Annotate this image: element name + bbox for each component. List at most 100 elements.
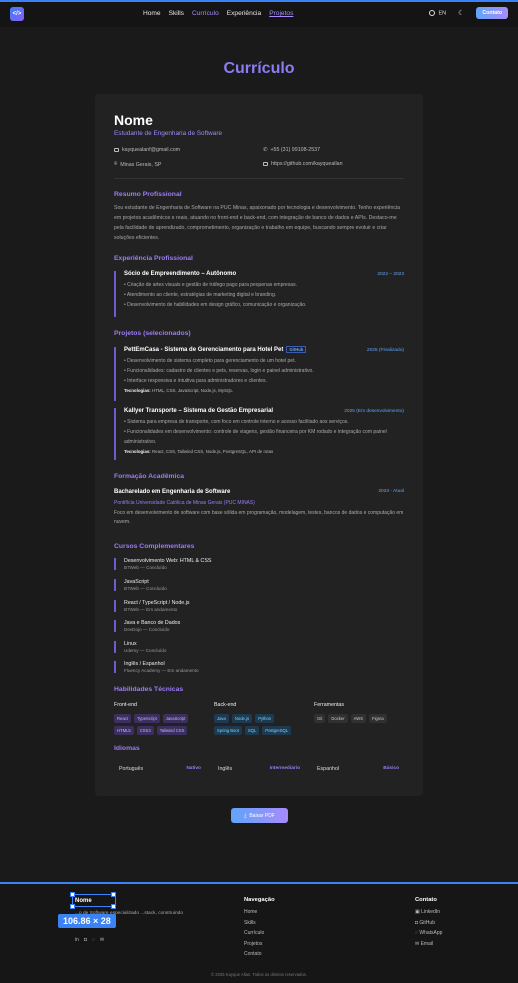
skill-chip: Spring Boot bbox=[214, 726, 242, 735]
link-icon bbox=[263, 162, 268, 166]
nav-projetos[interactable]: Projetos bbox=[269, 10, 293, 17]
skill-chip: Java bbox=[214, 714, 229, 723]
course-item: Inglês / Espanhol Fluency Academy — Em an… bbox=[114, 661, 199, 673]
skill-chip: PostgreSQL bbox=[262, 726, 292, 735]
education-title: Bacharelado em Engenharia de Software bbox=[114, 489, 231, 495]
experience-title: Sócio de Empreendimento – Autônomo bbox=[124, 271, 237, 277]
location-pin-icon: ⌾ bbox=[114, 161, 118, 167]
footer-link[interactable]: Skills bbox=[244, 920, 275, 926]
moon-icon[interactable]: ☾ bbox=[458, 9, 464, 17]
github-icon[interactable]: ◘ bbox=[84, 937, 87, 943]
languages-heading: Idiomas bbox=[114, 745, 140, 752]
footer-link-whatsapp[interactable]: ◌ WhatsApp bbox=[415, 930, 442, 936]
education-item: Bacharelado em Engenharia de Software 20… bbox=[114, 489, 404, 527]
education-date: 2023 - Atual bbox=[378, 489, 404, 494]
resize-handle[interactable] bbox=[70, 892, 75, 897]
dimension-badge: 106.86 × 28 bbox=[58, 914, 116, 928]
language-item: Inglês Intermediário bbox=[218, 765, 300, 772]
language-toggle[interactable]: EN bbox=[429, 9, 446, 16]
skill-chip: Node.js bbox=[231, 714, 253, 723]
resume-card: Nome Estudante de Engenharia de Software… bbox=[95, 94, 423, 823]
footer-link-linkedin[interactable]: ▣ LinkedIn bbox=[415, 909, 442, 915]
education-school: Pontifícia Universidade Católica de Mina… bbox=[114, 500, 255, 506]
courses-heading: Cursos Complementares bbox=[114, 543, 195, 550]
mail-icon bbox=[114, 148, 119, 152]
bullet: • Desenvolvimento de sistema completo pa… bbox=[124, 358, 296, 365]
email-contact[interactable]: kayquealanf@gmail.com bbox=[114, 147, 180, 153]
phone-icon: ✆ bbox=[263, 147, 268, 153]
footer-link-github[interactable]: ◘ GitHub bbox=[415, 920, 442, 926]
copyright: © 2025 Kayque Allan. Todos os direitos r… bbox=[211, 972, 307, 977]
mail-icon[interactable]: ✉ bbox=[100, 937, 104, 943]
language-item: Português Nativo bbox=[119, 765, 201, 772]
phone-contact[interactable]: ✆ +55 (31) 99108-2537 bbox=[263, 147, 320, 153]
github-badge[interactable]: GitHub bbox=[286, 346, 307, 353]
skill-chip: JavaScript bbox=[162, 714, 189, 723]
footer-link[interactable]: Projetos bbox=[244, 941, 275, 947]
contact-button[interactable]: Contato bbox=[476, 7, 508, 19]
skill-chip: CSS3 bbox=[136, 726, 154, 735]
bullet: • Funcionalidades em desenvolvimento: co… bbox=[124, 429, 387, 445]
nav-home[interactable]: Home bbox=[143, 10, 161, 17]
github-contact[interactable]: https://github.com/kayqueallan bbox=[263, 161, 343, 167]
header-actions: EN ☾ Contato bbox=[429, 7, 508, 19]
footer-link-email[interactable]: ✉ Email bbox=[415, 941, 442, 947]
logo-icon[interactable]: </> bbox=[10, 7, 24, 21]
footer-link[interactable]: Currículo bbox=[244, 930, 275, 936]
experience-item: Sócio de Empreendimento – Autônomo 2022 … bbox=[114, 271, 404, 317]
globe-icon bbox=[429, 9, 436, 16]
footer-link[interactable]: Home bbox=[244, 909, 275, 915]
social-icons: in ◘ ◌ ✉ bbox=[75, 937, 104, 943]
whatsapp-icon[interactable]: ◌ bbox=[92, 937, 95, 943]
nav-curriculo[interactable]: Currículo bbox=[192, 10, 219, 17]
projects-heading: Projetos (selecionados) bbox=[114, 330, 191, 337]
course-item: JavaScript B7Web — Concluído bbox=[114, 579, 167, 591]
summary-heading: Resumo Profissional bbox=[114, 191, 182, 198]
nav-skills[interactable]: Skills bbox=[169, 10, 184, 17]
course-item: Java e Banco de Dados DevDojo — Concluído bbox=[114, 620, 180, 632]
resume-subtitle: Estudante de Engenharia de Software bbox=[114, 130, 223, 137]
skill-chip: React bbox=[114, 714, 131, 723]
bullet: • Atendimento ao cliente, estratégias de… bbox=[124, 292, 277, 298]
resize-handle[interactable] bbox=[111, 892, 116, 897]
skills-heading: Habilidades Técnicas bbox=[114, 686, 184, 693]
footer-link[interactable]: Contato bbox=[244, 951, 275, 957]
skills-backend: Back-end Java Node.js Python Spring Boot… bbox=[214, 702, 304, 735]
footer-nav: Navegação Home Skills Currículo Projetos… bbox=[244, 897, 275, 957]
course-item: Desenvolvimento Web: HTML & CSS B7Web — C… bbox=[114, 558, 211, 570]
project-tech: Tecnologias: HTML, CSS, JavaScript, Node… bbox=[124, 388, 233, 394]
nav-experiencia[interactable]: Experiência bbox=[227, 10, 261, 17]
main-nav: Home Skills Currículo Experiência Projet… bbox=[143, 10, 293, 17]
skill-chip: Git bbox=[314, 714, 326, 723]
skill-chip: Python bbox=[255, 714, 275, 723]
skills-frontend: Front-end React TypeScript JavaScript HT… bbox=[114, 702, 204, 735]
project-item: Kallyer Transporte – Sistema de Gestão E… bbox=[114, 408, 404, 460]
bullet: • Interface responsiva e intuitiva para … bbox=[124, 378, 267, 385]
bullet: • Funcionalidades: cadastro de clientes … bbox=[124, 368, 314, 375]
download-icon: ⤓ bbox=[244, 812, 247, 819]
experience-date: 2022 – 2023 bbox=[377, 272, 404, 277]
summary-text: Sou estudante de Engenharia de Software … bbox=[114, 205, 400, 241]
project-bullets: • Sistema para empresa de transporte, co… bbox=[124, 417, 404, 447]
resize-handle[interactable] bbox=[70, 904, 75, 909]
divider bbox=[114, 178, 404, 179]
course-item: Linux Udemy — Concluído bbox=[114, 641, 166, 653]
selection-box[interactable] bbox=[72, 894, 116, 907]
project-title: PettEmCasa - Sistema de Gerenciamento pa… bbox=[124, 346, 404, 353]
footer: Nome ...o de Software especializado ...s… bbox=[0, 882, 518, 983]
skills-tools: Ferramentas Git Docker AWS Figma bbox=[314, 702, 404, 723]
language-item: Espanhol Básico bbox=[317, 765, 399, 772]
course-item: React / TypeScript / Node.js B7Web — Em a… bbox=[114, 600, 190, 612]
skill-chip: AWS bbox=[350, 714, 367, 723]
project-item: PettEmCasa - Sistema de Gerenciamento pa… bbox=[114, 346, 404, 401]
linkedin-icon[interactable]: in bbox=[75, 937, 79, 943]
bullet: • Criação de artes visuais e gestão de t… bbox=[124, 282, 297, 288]
skill-chip: HTML5 bbox=[114, 726, 134, 735]
skill-chip: TypeScript bbox=[133, 714, 160, 723]
bullet: • Sistema para empresa de transporte, co… bbox=[124, 419, 349, 425]
education-desc: Foco em desenvolvimento de software com … bbox=[114, 510, 404, 525]
bullet: • Desenvolvimento de habilidades em desi… bbox=[124, 302, 307, 308]
resume-name: Nome bbox=[114, 112, 153, 128]
resize-handle[interactable] bbox=[111, 904, 116, 909]
download-pdf-button[interactable]: ⤓ Baixar PDF bbox=[231, 808, 288, 823]
